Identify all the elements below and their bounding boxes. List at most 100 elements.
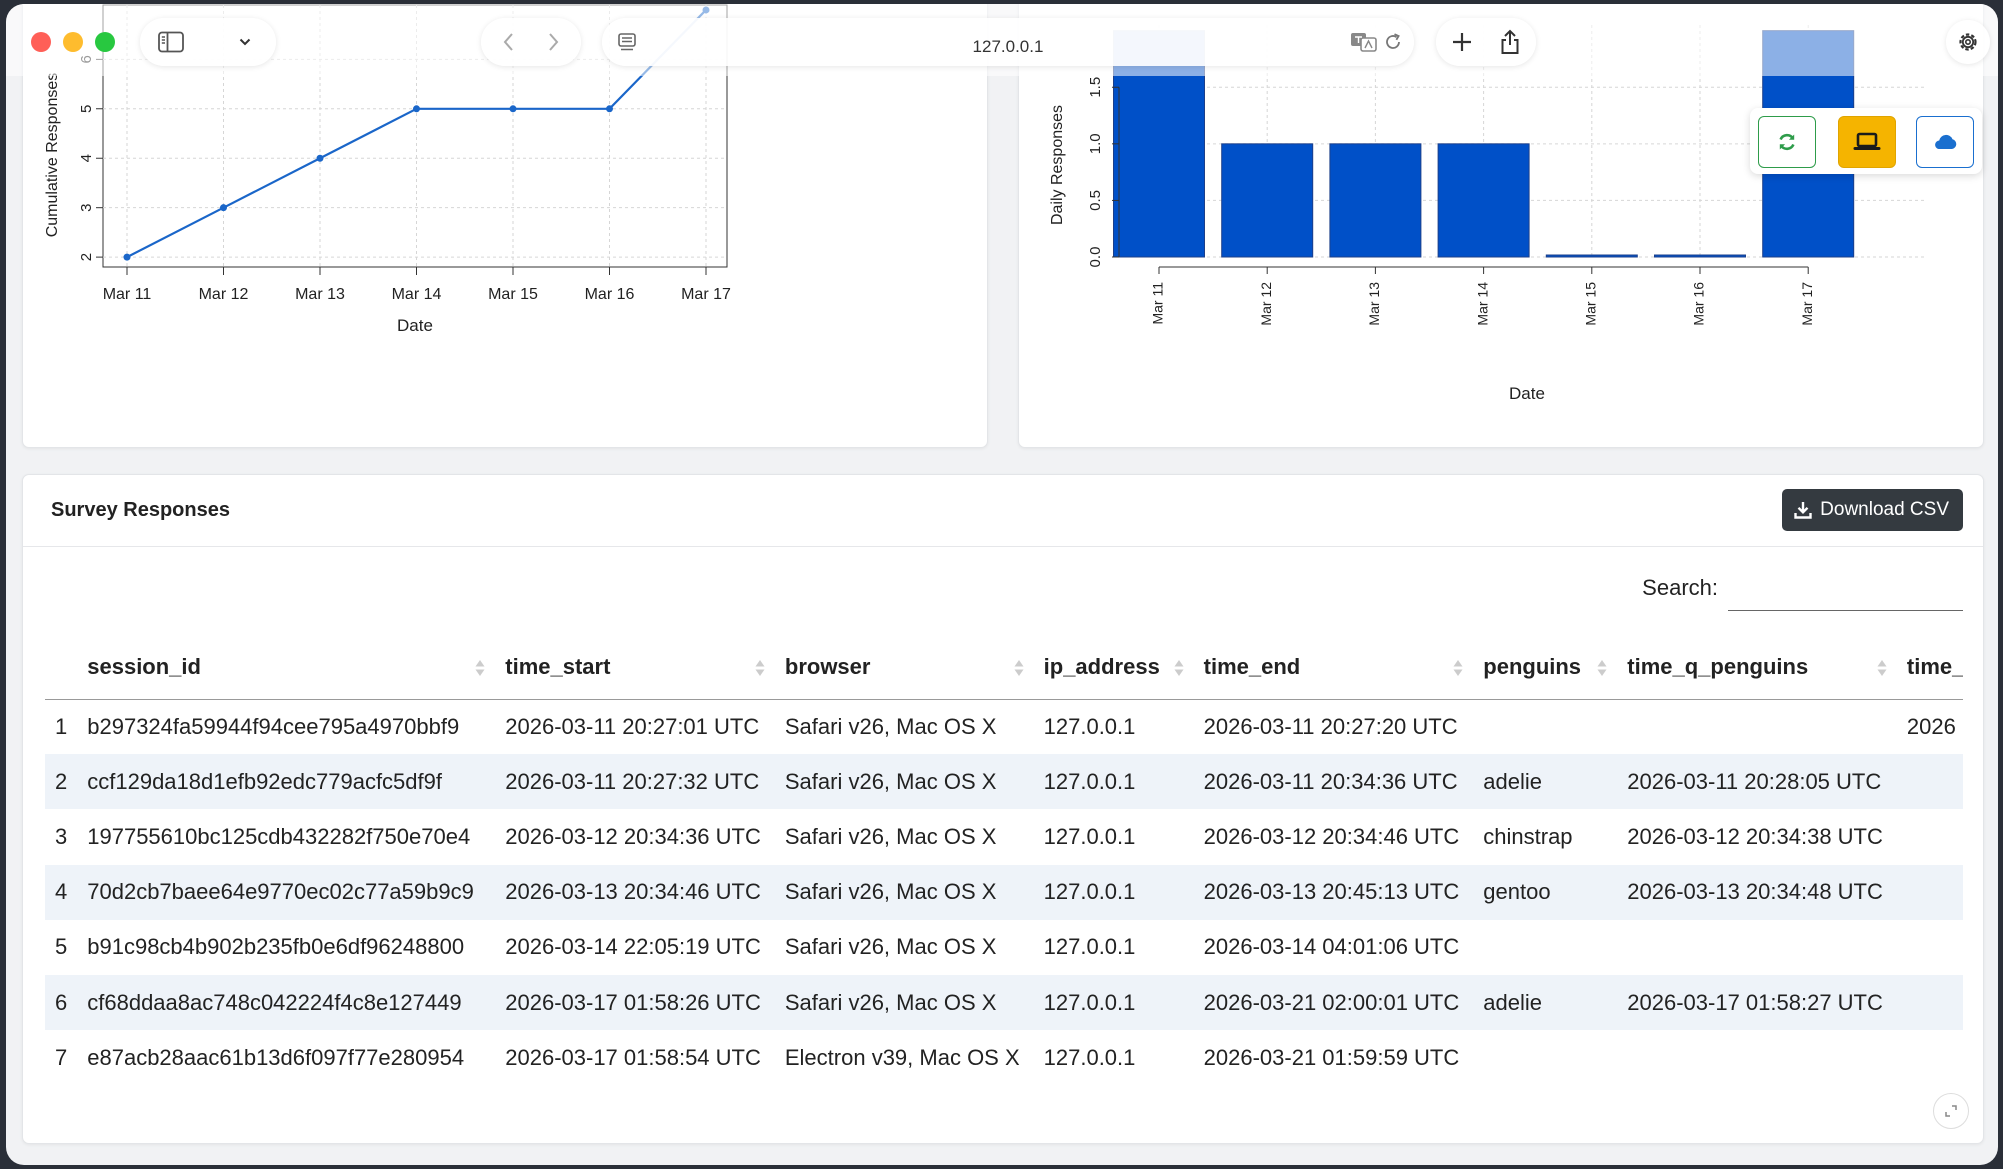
data-point	[509, 105, 517, 113]
share-icon	[1501, 29, 1519, 54]
table-cell: ccf129da18d1efb92edc779acfc5df9f	[73, 754, 492, 810]
column-header-label: time_	[1906, 653, 1963, 679]
row-number: 1	[55, 713, 68, 739]
sort-icon	[1597, 660, 1607, 676]
x-tick-label: Mar 17	[681, 286, 731, 303]
expand-button[interactable]	[1933, 1093, 1969, 1129]
table-cell	[1469, 1030, 1613, 1085]
row-number-header	[45, 635, 74, 700]
table-header-row: session_id time_start browser ip_address tim…	[45, 635, 1963, 700]
table-row[interactable]: 6 cf68ddaa8ac748c042224f4c8e127449 2026-03…	[45, 974, 1963, 1031]
table-cell	[1893, 809, 1963, 864]
column-header-ip-address[interactable]: ip_address	[1029, 635, 1190, 700]
column-header-time-[interactable]: time_	[1892, 635, 1963, 700]
table-cell: gentoo	[1469, 864, 1614, 920]
address-bar[interactable]: 127.0.0.1	[602, 18, 1414, 66]
sidebar-toggle-button[interactable]	[158, 31, 184, 53]
column-header-label: ip_address	[1043, 653, 1160, 679]
sort-icon	[1877, 660, 1887, 676]
table-cell: 127.0.0.1	[1043, 934, 1136, 960]
column-header-browser[interactable]: browser	[770, 635, 1030, 700]
x-tick-label: Mar 17	[1799, 282, 1815, 326]
card-header: Survey Responses Download CSV	[23, 475, 1983, 547]
history-navigation	[481, 18, 581, 66]
table-cell	[1893, 1030, 1963, 1085]
table-row[interactable]: 5 b91c98cb4b902b235fb0e6df96248800 2026-03…	[45, 920, 1963, 975]
x-tick-label: Mar 14	[1474, 282, 1490, 326]
column-header-time-start[interactable]: time_start	[491, 635, 771, 700]
x-tick-label: Mar 16	[585, 286, 635, 303]
sort-icon	[1174, 660, 1184, 676]
sidebar-icon	[158, 31, 184, 53]
table-cell: 2026-03-11 20:27:32 UTC	[491, 754, 771, 810]
x-axis-label: Date	[1509, 384, 1545, 403]
column-header-session-id[interactable]: session_id	[73, 635, 492, 700]
cloud-mode-button[interactable]	[1916, 116, 1974, 168]
table-cell: 2026-03-17 01:58:54 UTC	[505, 1044, 761, 1070]
back-button[interactable]	[499, 30, 519, 54]
translate-button[interactable]	[1350, 31, 1378, 53]
table-cell: 2026-03-14 04:01:06 UTC	[1203, 934, 1460, 960]
chevron-left-icon	[503, 33, 513, 51]
table-row[interactable]: 2 ccf129da18d1efb92edc779acfc5df9f 2026-03…	[45, 754, 1963, 810]
table-row[interactable]: 3 197755610bc125cdb432282f750e70e4 2026-03…	[45, 809, 1963, 864]
table-cell: 2026-03-12 20:34:36 UTC	[505, 823, 761, 849]
table-row[interactable]: 1 b297324fa59944f94cee795a4970bbf9 2026-03…	[45, 699, 1963, 754]
search-input[interactable]	[1728, 571, 1963, 611]
table-cell: 127.0.0.1	[1043, 1044, 1136, 1070]
settings-button[interactable]	[1946, 20, 1990, 64]
floating-action-group	[1750, 108, 1982, 174]
table-cell: e87acb28aac61b13d6f097f77e280954	[87, 1044, 465, 1070]
table-cell	[1469, 920, 1613, 975]
table-row[interactable]: 4 70d2cb7baee64e9770ec02c77a59b9c9 2026-03…	[45, 864, 1963, 920]
table-cell: 127.0.0.1	[1029, 754, 1190, 810]
sidebar-controls	[140, 18, 276, 66]
data-point	[220, 204, 227, 212]
table-cell: b297324fa59944f94cee795a4970bbf9	[87, 713, 460, 739]
close-window-button[interactable]	[31, 32, 51, 52]
search-label: Search:	[1642, 575, 1718, 600]
y-tick-label: 1.0	[1087, 133, 1104, 154]
download-csv-button[interactable]: Download CSV	[1782, 489, 1963, 531]
expand-icon	[1945, 1105, 1957, 1117]
table-cell	[1892, 864, 1963, 920]
refresh-button[interactable]	[1758, 116, 1816, 168]
table-cell: adelie	[1469, 974, 1614, 1031]
row-number: 3	[55, 823, 68, 849]
share-button[interactable]	[1498, 28, 1522, 56]
column-header-time-end[interactable]: time_end	[1189, 635, 1470, 700]
sort-icon	[1014, 660, 1024, 676]
bar	[1545, 254, 1638, 258]
reload-button[interactable]	[1382, 31, 1404, 53]
table-cell: 2026-03-13 20:34:48 UTC	[1613, 864, 1893, 920]
survey-responses-card: Survey Responses Download CSV Search: se…	[22, 474, 1984, 1144]
forward-button[interactable]	[543, 30, 563, 54]
table-cell: 2026-03-12 20:34:46 UTC	[1203, 823, 1460, 849]
table-cell: 70d2cb7baee64e9770ec02c77a59b9c9	[73, 864, 492, 920]
zoom-window-button[interactable]	[95, 32, 115, 52]
table-cell: 2026-03-11 20:28:05 UTC	[1613, 754, 1893, 810]
y-tick-label: 0.5	[1087, 190, 1104, 211]
column-header-penguins[interactable]: penguins	[1469, 635, 1614, 700]
table-row[interactable]: 7 e87acb28aac61b13d6f097f77e280954 2026-03…	[45, 1030, 1963, 1085]
table-cell: 197755610bc125cdb432282f750e70e4	[87, 823, 471, 849]
table-cell: Safari v26, Mac OS X	[784, 934, 997, 960]
table-cell: 2026-03-11 20:27:01 UTC	[505, 713, 760, 739]
table-cell: 127.0.0.1	[1029, 864, 1190, 920]
local-mode-button[interactable]	[1838, 116, 1896, 168]
new-tab-button[interactable]	[1450, 30, 1474, 54]
minimize-window-button[interactable]	[63, 32, 83, 52]
tab-group-menu-button[interactable]	[238, 35, 252, 49]
data-point	[123, 253, 131, 261]
row-number: 4	[45, 864, 74, 920]
data-point	[606, 105, 613, 113]
table-cell: Safari v26, Mac OS X	[770, 754, 1030, 810]
table-cell: 2026-03-11 20:27:20 UTC	[1203, 713, 1458, 739]
table-scroll-area[interactable]: session_id time_start browser ip_address tim…	[45, 635, 1963, 1085]
column-header-time-q-penguins[interactable]: time_q_penguins	[1613, 635, 1893, 700]
table-cell: 127.0.0.1	[1043, 823, 1136, 849]
x-tick-label: Mar 12	[199, 286, 249, 303]
sort-icon	[755, 660, 765, 676]
x-tick-label: Mar 16	[1691, 282, 1707, 326]
download-icon	[1794, 502, 1812, 519]
